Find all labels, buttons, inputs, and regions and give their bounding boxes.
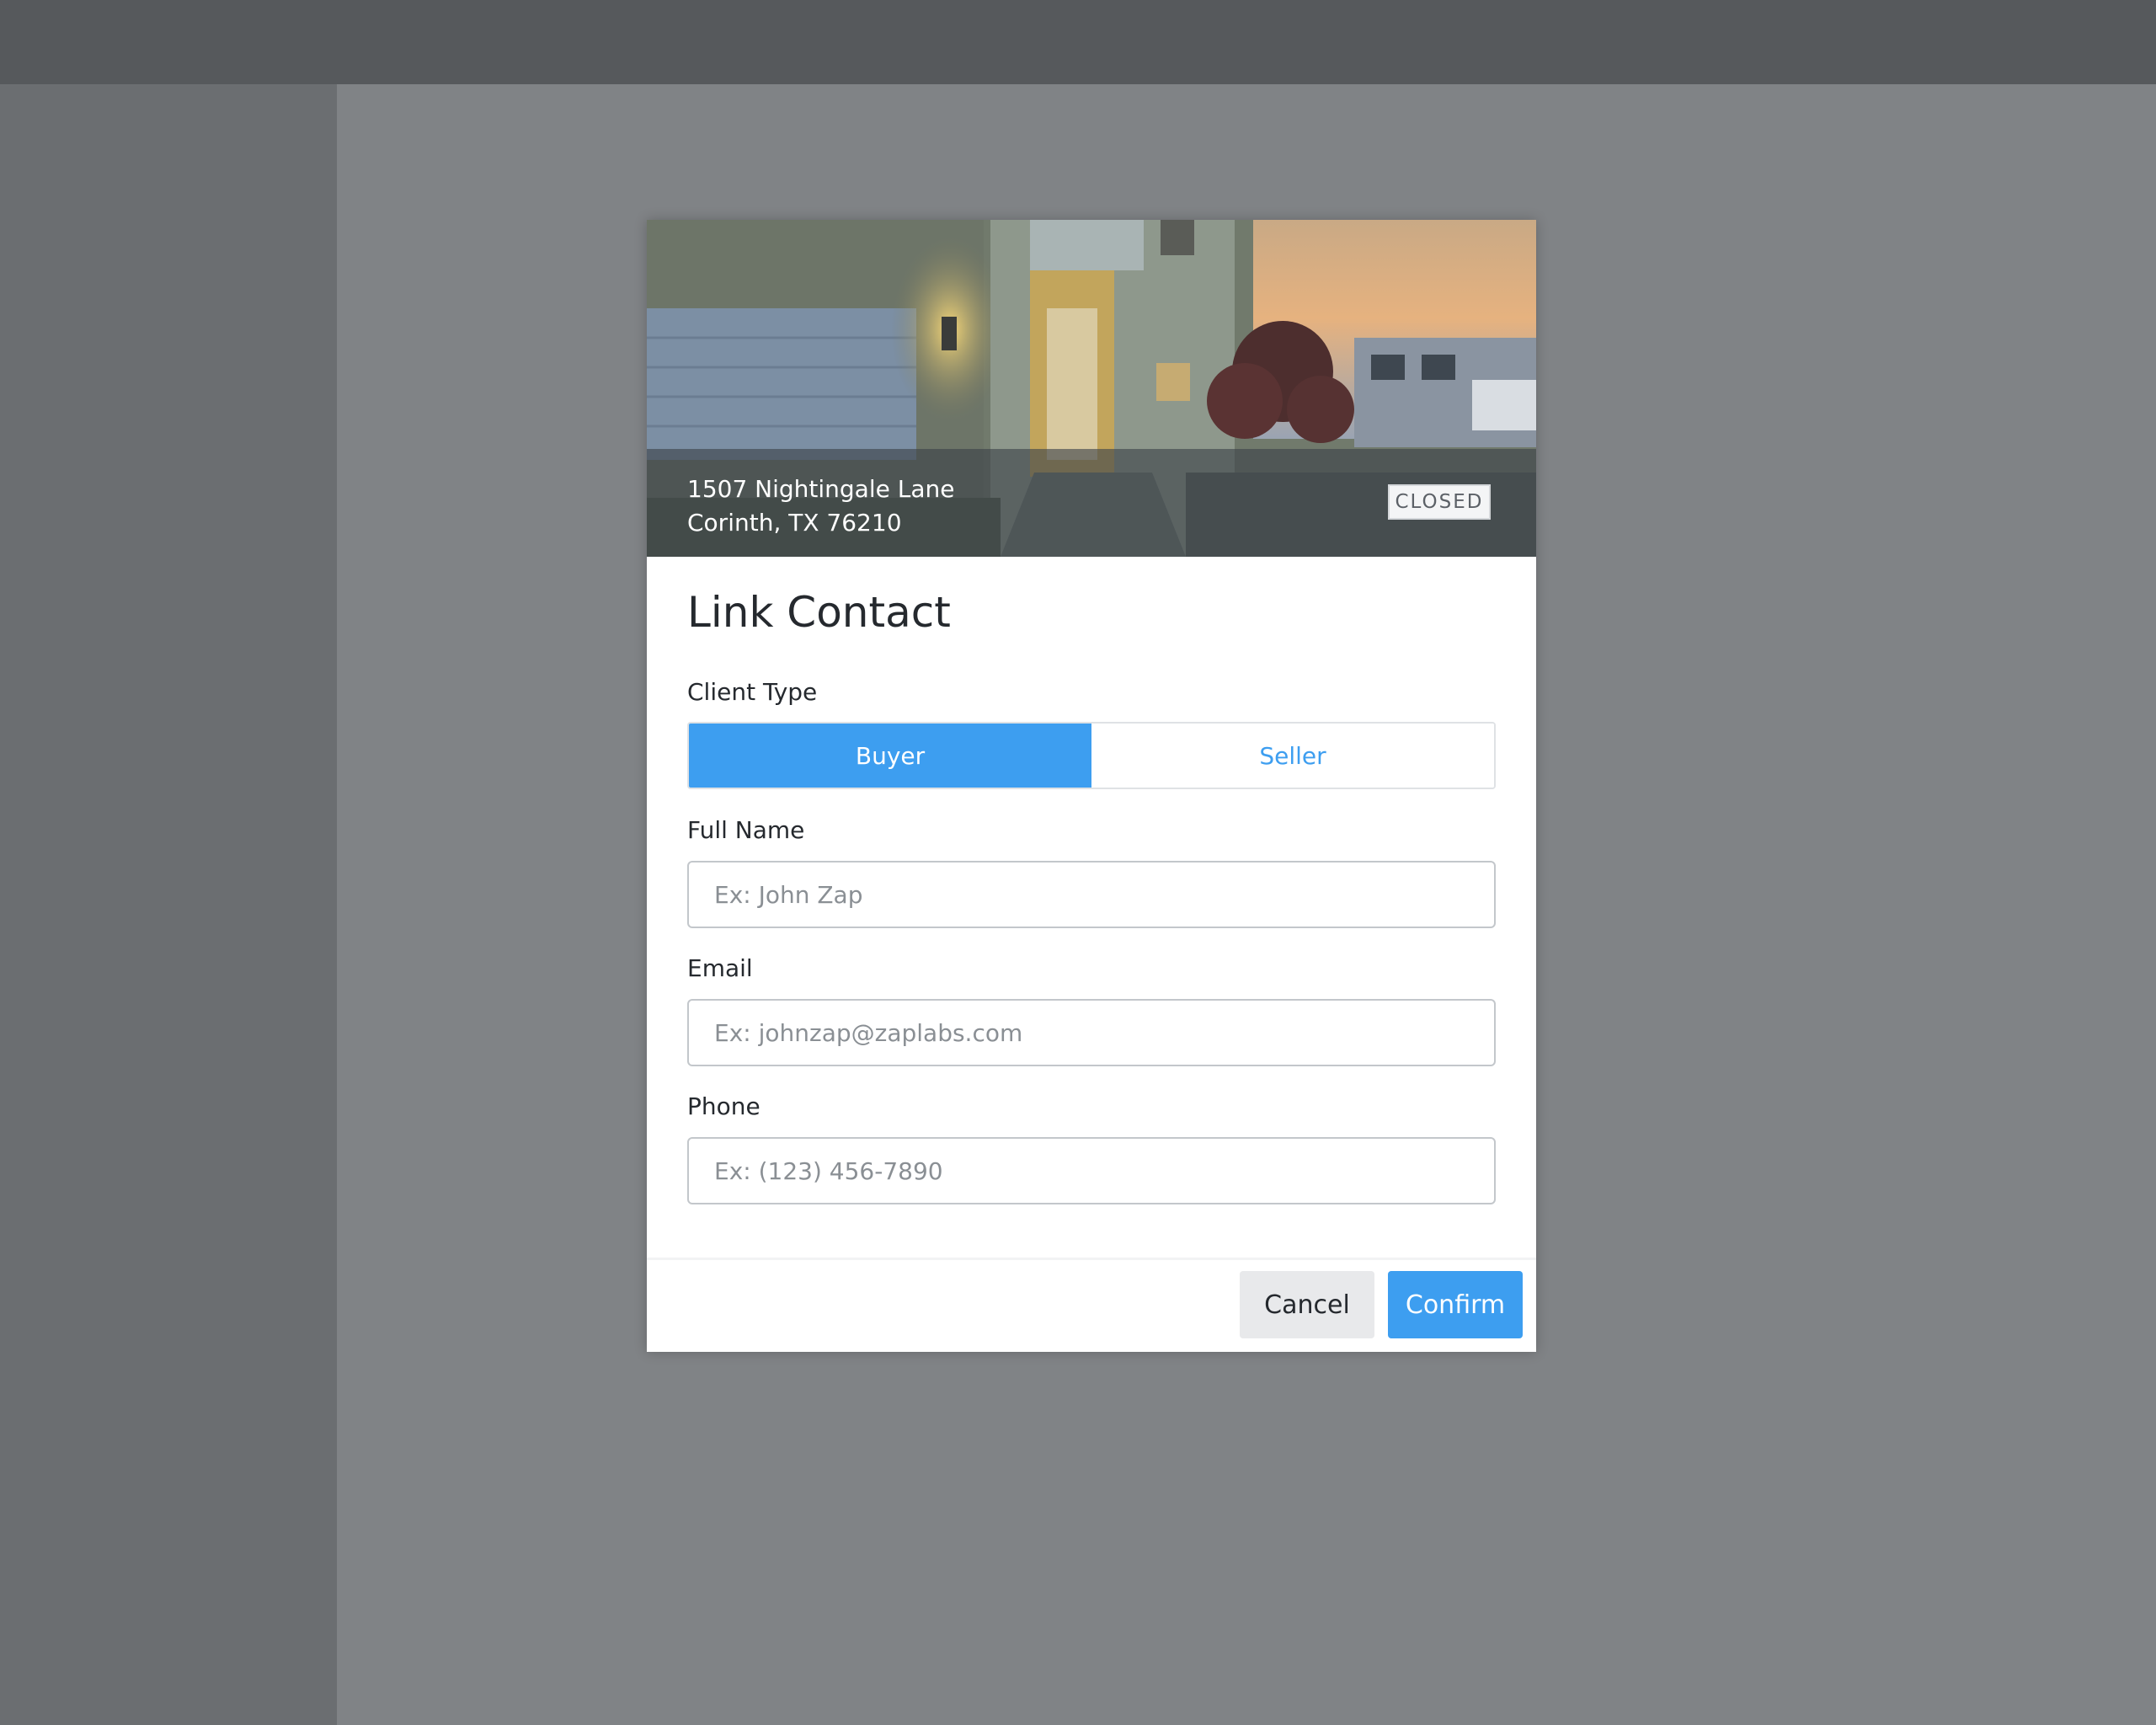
property-photo: 1507 Nightingale Lane Corinth, TX 76210 … <box>647 220 1536 557</box>
property-address: 1507 Nightingale Lane Corinth, TX 76210 <box>687 473 954 540</box>
full-name-label: Full Name <box>687 816 805 844</box>
full-name-input[interactable] <box>687 861 1496 928</box>
sidebar <box>0 84 337 1725</box>
address-street: 1507 Nightingale Lane <box>687 475 955 503</box>
address-city: Corinth, TX 76210 <box>687 509 902 537</box>
link-contact-modal: 1507 Nightingale Lane Corinth, TX 76210 … <box>647 220 1536 1352</box>
status-badge: CLOSED <box>1388 484 1491 520</box>
footer-divider <box>647 1258 1536 1260</box>
email-input[interactable] <box>687 999 1496 1066</box>
confirm-button[interactable]: Confirm <box>1388 1271 1523 1338</box>
email-label: Email <box>687 954 753 982</box>
app-window: 1507 Nightingale Lane Corinth, TX 76210 … <box>0 0 2156 1725</box>
client-type-label: Client Type <box>687 678 818 706</box>
modal-title: Link Contact <box>687 588 951 637</box>
top-bar <box>0 0 2156 84</box>
client-type-toggle: Buyer Seller <box>687 722 1496 789</box>
seller-option-button[interactable]: Seller <box>1091 724 1494 788</box>
buyer-option-button[interactable]: Buyer <box>689 724 1091 788</box>
phone-input[interactable] <box>687 1137 1496 1204</box>
cancel-button[interactable]: Cancel <box>1240 1271 1374 1338</box>
phone-label: Phone <box>687 1092 760 1120</box>
